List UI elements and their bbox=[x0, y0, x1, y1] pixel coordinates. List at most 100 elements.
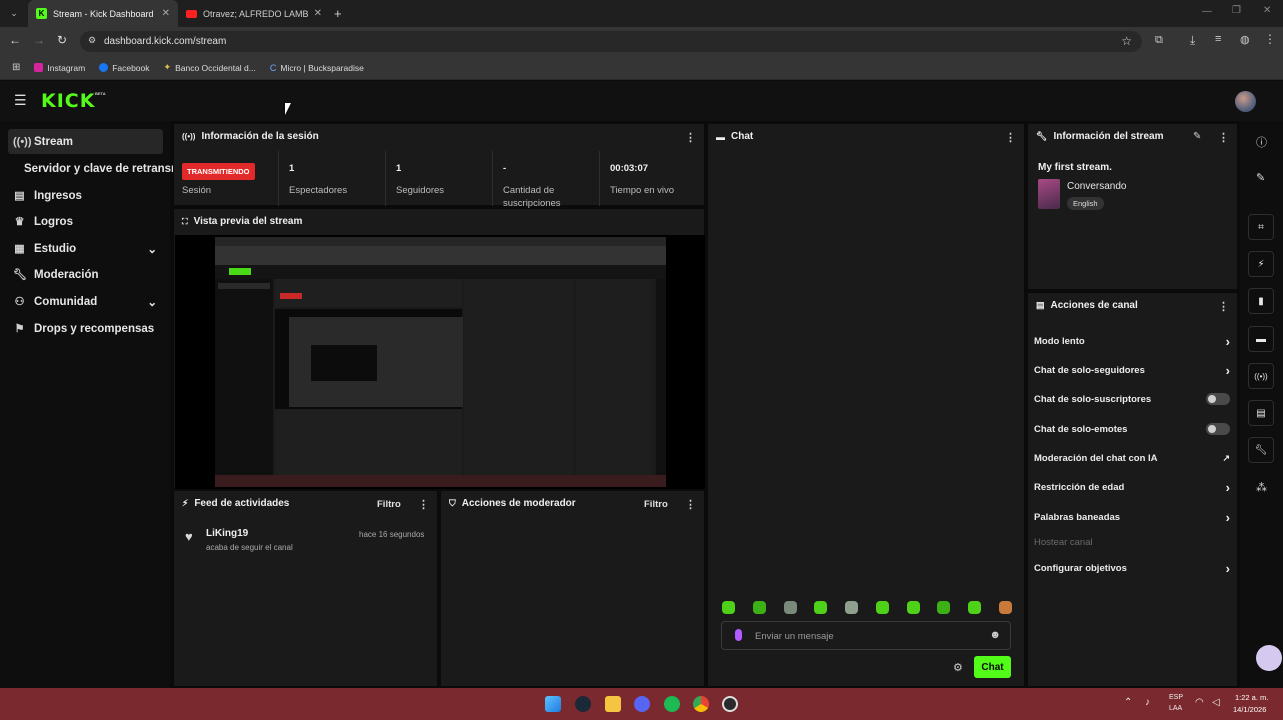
filter-button[interactable]: Filtro bbox=[377, 499, 401, 510]
rail-broadcast-button[interactable]: ((•)) bbox=[1248, 363, 1274, 389]
info-icon[interactable]: ⓘ bbox=[1256, 134, 1267, 150]
kebab-menu-icon[interactable]: ⋮ bbox=[685, 498, 696, 511]
rail-chat-button[interactable]: ▬ bbox=[1248, 326, 1274, 352]
tab-list-icon[interactable]: ⌄ bbox=[4, 8, 24, 19]
profile-icon[interactable]: ◍ bbox=[1240, 33, 1250, 46]
category-name[interactable]: Conversando bbox=[1067, 181, 1126, 192]
bookmark-instagram[interactable]: Instagram bbox=[34, 63, 85, 73]
chat-send-button[interactable]: Chat bbox=[974, 656, 1011, 678]
more-icon[interactable]: ⁂ bbox=[1256, 481, 1267, 494]
kebab-menu-icon[interactable]: ⋮ bbox=[418, 498, 429, 511]
sidebar-item-comunidad[interactable]: ⚇ Comunidad ⌄ bbox=[8, 289, 163, 314]
sidebar-item-estudio[interactable]: ▦ Estudio ⌄ bbox=[8, 236, 163, 261]
chevron-down-icon[interactable]: ⌄ bbox=[147, 295, 157, 309]
emote-icon[interactable] bbox=[752, 601, 766, 614]
user-avatar[interactable] bbox=[1235, 91, 1256, 112]
apps-icon[interactable]: ⊞ bbox=[12, 62, 20, 73]
bookmark-banco[interactable]: ✦ Banco Occidental d... bbox=[164, 62, 256, 73]
tray-time[interactable]: 1:22 a. m. bbox=[1235, 693, 1268, 702]
sidebar-item-moderacion[interactable]: 🔧︎ Moderación bbox=[8, 262, 163, 287]
bookmark-star-icon[interactable]: ☆ bbox=[1121, 34, 1132, 48]
action-ai-moderation[interactable]: Moderación del chat con IA ↗ bbox=[1034, 448, 1230, 468]
maximize-icon[interactable]: ❐ bbox=[1232, 5, 1241, 16]
pencil-icon[interactable]: ✎ bbox=[1256, 171, 1265, 184]
rail-list-button[interactable]: ▤ bbox=[1248, 400, 1274, 426]
mic-tray-icon[interactable]: ♪ bbox=[1145, 697, 1150, 708]
emoji-icon[interactable]: ☻ bbox=[989, 629, 1001, 641]
wifi-icon[interactable]: ◠ bbox=[1195, 697, 1204, 708]
filter-button[interactable]: Filtro bbox=[644, 499, 668, 510]
kick-logo[interactable]: KICK bbox=[41, 90, 95, 112]
tab-youtube[interactable]: Otravez; ALFREDO LAMBEZUEL ✕ bbox=[178, 0, 330, 27]
windows-start-icon[interactable] bbox=[545, 696, 561, 712]
obs-icon[interactable] bbox=[722, 696, 738, 712]
bookmark-micro[interactable]: C Micro | Bucksparadise bbox=[270, 63, 364, 73]
action-set-goals[interactable]: Configurar objetivos › bbox=[1034, 558, 1230, 578]
sidebar-item-ingresos[interactable]: ▤ Ingresos bbox=[8, 183, 163, 208]
emote-icon[interactable] bbox=[906, 601, 920, 614]
kebab-menu-icon[interactable]: ⋮ bbox=[1218, 300, 1229, 313]
stream-video-player[interactable] bbox=[175, 235, 705, 489]
chevron-down-icon[interactable]: ⌄ bbox=[147, 242, 157, 256]
reload-icon[interactable]: ↻ bbox=[57, 33, 67, 47]
spotify-icon[interactable] bbox=[664, 696, 680, 712]
rail-bolt-button[interactable]: ⚡︎ bbox=[1248, 251, 1274, 277]
extensions-icon[interactable]: ⧉ bbox=[1155, 34, 1163, 47]
rail-scan-button[interactable]: ⌗ bbox=[1248, 214, 1274, 240]
close-tab-icon[interactable]: ✕ bbox=[162, 8, 170, 19]
category-thumbnail[interactable] bbox=[1038, 179, 1060, 209]
sidebar-item-logros[interactable]: ♛ Logros bbox=[8, 209, 163, 234]
broadcast-icon: ((•)) bbox=[13, 135, 32, 148]
chat-input[interactable]: Enviar un mensaje ☻ bbox=[721, 621, 1011, 650]
kebab-menu-icon[interactable]: ⋮ bbox=[1005, 131, 1016, 144]
steam-icon[interactable] bbox=[575, 696, 591, 712]
chrome-icon[interactable] bbox=[693, 696, 709, 712]
hamburger-menu-icon[interactable]: ☰ bbox=[14, 92, 27, 109]
bookmark-facebook[interactable]: Facebook bbox=[99, 63, 150, 73]
action-followers-only[interactable]: Chat de solo-seguidores › bbox=[1034, 360, 1230, 380]
rail-document-button[interactable]: ▮ bbox=[1248, 288, 1274, 314]
media-icon[interactable]: ≡ bbox=[1215, 33, 1221, 45]
file-explorer-icon[interactable] bbox=[605, 696, 621, 712]
minimize-icon[interactable]: — bbox=[1202, 6, 1212, 17]
menu-icon[interactable]: ⋮ bbox=[1264, 32, 1276, 46]
download-icon[interactable]: ⤓ bbox=[1190, 33, 1195, 48]
subscribers-only-toggle[interactable] bbox=[1206, 393, 1230, 405]
sidebar-item-drops[interactable]: ⚑ Drops y recompensas bbox=[8, 316, 163, 341]
new-tab-icon[interactable]: + bbox=[334, 6, 342, 21]
chat-settings-icon[interactable]: ⚙ bbox=[953, 661, 963, 674]
floating-assistant-icon[interactable] bbox=[1256, 645, 1282, 671]
forward-icon[interactable]: → bbox=[33, 33, 45, 47]
youtube-favicon-icon bbox=[186, 9, 197, 18]
emote-icon[interactable] bbox=[722, 601, 735, 614]
emote-icon[interactable] bbox=[937, 601, 951, 614]
sidebar-item-stream[interactable]: ((•)) Stream bbox=[8, 129, 163, 154]
rail-wrench-button[interactable]: 🔧︎ bbox=[1248, 437, 1274, 463]
discord-icon[interactable] bbox=[634, 696, 650, 712]
kebab-menu-icon[interactable]: ⋮ bbox=[1218, 131, 1229, 144]
action-slow-mode[interactable]: Modo lento › bbox=[1034, 331, 1230, 351]
emote-icon[interactable] bbox=[998, 601, 1012, 614]
close-tab-icon[interactable]: ✕ bbox=[314, 8, 322, 19]
activity-user[interactable]: LiKing19 bbox=[206, 528, 248, 539]
emote-icon[interactable] bbox=[845, 601, 859, 614]
edit-icon[interactable]: ✎ bbox=[1193, 131, 1201, 142]
emotes-only-toggle[interactable] bbox=[1206, 423, 1230, 435]
url-field[interactable]: ⚙ dashboard.kick.com/stream ☆ bbox=[80, 31, 1142, 52]
action-banned-words[interactable]: Palabras baneadas › bbox=[1034, 507, 1230, 527]
tray-chevron-icon[interactable]: ⌃ bbox=[1124, 697, 1132, 708]
emote-icon[interactable] bbox=[814, 601, 828, 614]
close-window-icon[interactable]: ✕ bbox=[1263, 5, 1271, 16]
emote-icon[interactable] bbox=[783, 601, 797, 614]
tray-lang[interactable]: ESP bbox=[1169, 694, 1183, 701]
microphone-icon[interactable] bbox=[735, 629, 742, 641]
action-age-restriction[interactable]: Restricción de edad › bbox=[1034, 477, 1230, 497]
back-icon[interactable]: ← bbox=[9, 33, 21, 47]
site-info-icon[interactable]: ⚙ bbox=[88, 35, 96, 46]
kebab-menu-icon[interactable]: ⋮ bbox=[685, 131, 696, 144]
emote-icon[interactable] bbox=[875, 601, 889, 614]
tab-kick-dashboard[interactable]: K Stream - Kick Dashboard ✕ bbox=[28, 0, 178, 27]
sidebar-item-server-key[interactable]: Servidor y clave de retransmisión bbox=[8, 156, 173, 181]
volume-icon[interactable]: ◁ bbox=[1212, 697, 1220, 708]
emote-icon[interactable] bbox=[968, 601, 982, 614]
